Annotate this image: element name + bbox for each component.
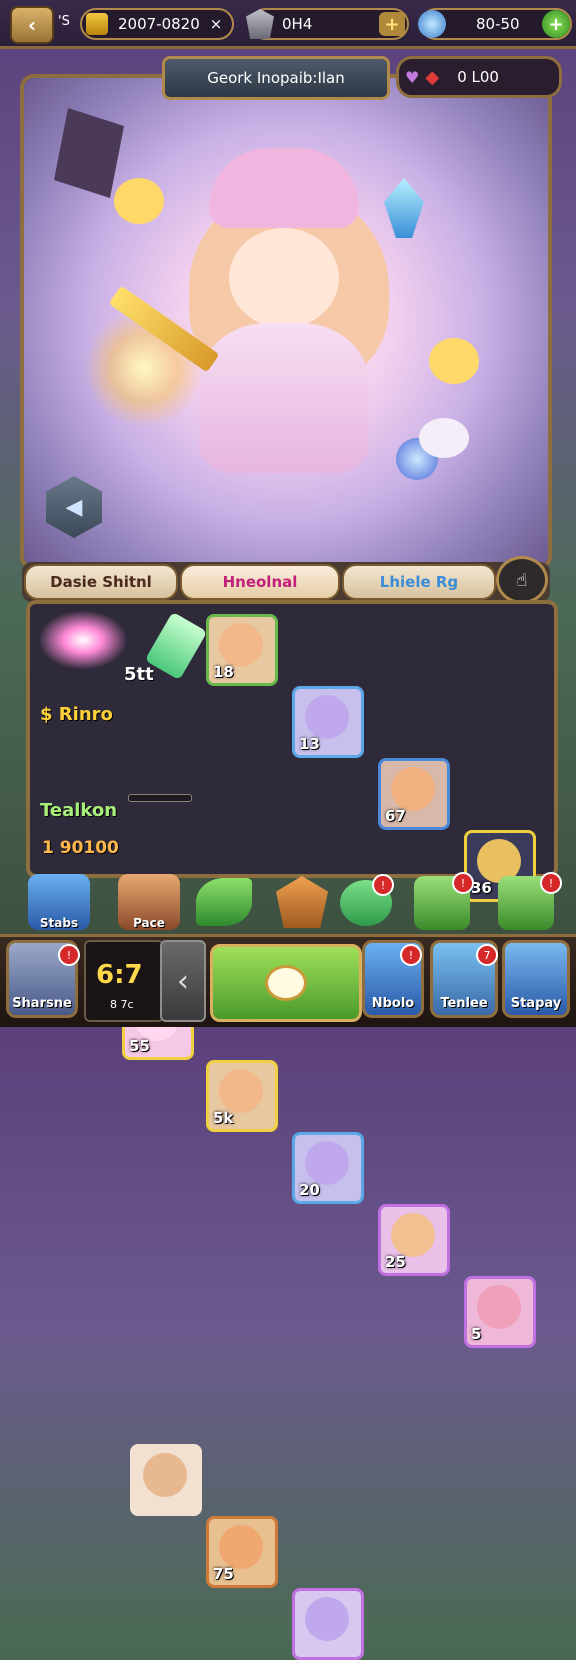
add-energy-button[interactable]: + [542,10,570,38]
prev-button[interactable]: ‹ [160,940,206,1022]
character-face [229,228,339,328]
tab-lhiele-label: Lhiele Rg [379,573,459,591]
card-level: 67 [385,807,406,825]
energy-value: 80-50 [476,15,520,33]
lantern-icon [54,108,124,198]
nbolo-label: Nbolo [371,996,415,1011]
chevron-left-icon: ‹ [27,13,37,37]
character-card[interactable] [292,1588,364,1660]
character-card[interactable]: 5 [464,1276,536,1348]
character-card[interactable]: 67 [378,758,450,830]
portrait-icon [477,1285,521,1329]
heart-icon: ♥ [405,67,420,87]
tab-hneolnal-label: Hneolnal [222,573,298,591]
add-gem-button[interactable]: + [379,12,405,36]
card-level: 13 [299,735,320,753]
diamond-icon: ◆ [425,66,440,88]
character-card[interactable]: 13 [292,686,364,758]
row1-label: 5tt [124,664,154,685]
crystal-icon-label: Stabs [39,916,79,930]
gold-counter[interactable]: 2007-0820 × [80,8,234,40]
share-button[interactable]: ☝ [496,556,548,604]
stapay-label: Stapay [510,996,562,1011]
character-hat [209,148,359,228]
tenlee-alert-badge: 7 [476,944,498,966]
yellow-sprite-right-icon [429,338,479,384]
tab-basic[interactable]: Dasie Shitnl [24,564,178,600]
card-level: 36 [471,879,492,897]
card-level: 5k [213,1109,234,1127]
chat-button[interactable] [210,944,362,1022]
gem-counter[interactable]: 0H4 + [246,8,409,40]
nbolo-alert-badge: ! [400,944,422,966]
quick-pace-button[interactable]: Pace [118,874,180,930]
pencil-icon-label: Pace [133,916,165,930]
gem-chest-icon[interactable] [276,876,328,928]
back-button[interactable]: ‹ [10,6,54,44]
portrait-icon [391,767,435,811]
stapay-button[interactable]: Stapay [502,940,570,1018]
scene-currency-value: 0 L00 [457,68,499,86]
card-level: 20 [299,1181,320,1199]
portrait-icon [305,695,349,739]
row3-progress [128,794,192,802]
pink-burst-icon [38,610,128,670]
chat-bubble-icon [265,965,307,1001]
gold-close-icon[interactable]: × [210,15,223,33]
chevron-left-icon: ‹ [177,963,189,999]
character-card[interactable]: 5k [206,1060,278,1132]
yellow-sprite-icon [114,178,164,224]
scene-currency[interactable]: ♥ ◆ 0 L00 [396,56,562,98]
sharsne-alert-badge: ! [58,944,80,966]
scene-title-banner: Geork Inopaib:Ilan [162,56,390,100]
timer-sub: 8 7c [110,998,134,1011]
character-card[interactable]: 18 [206,614,278,686]
scene-title: Geork Inopaib:Ilan [207,69,345,87]
card-level: 55 [129,1037,150,1055]
dragon-alert-badge: ! [372,874,394,896]
sharsne-label: Sharsne [12,996,72,1011]
portrait-icon [219,1525,263,1569]
tenlee-label: Tenlee [440,996,488,1011]
hand-icon: ☝ [516,569,528,591]
card-level: 75 [213,1565,234,1583]
card-level: 25 [385,1253,406,1271]
card-level: 5 [471,1325,482,1343]
tab-basic-label: Dasie Shitnl [50,573,152,591]
character-scene: ◀ [24,78,548,566]
portrait-icon [219,623,263,667]
timer-value: 6:7 [96,960,143,990]
arrow-left-icon: ◀ [65,494,83,520]
row3-label: Tealkon [40,800,118,821]
staff-gem-icon [384,178,424,238]
character-dress [199,323,369,473]
gold-box-icon [86,13,108,35]
character-card[interactable]: 75 [206,1516,278,1588]
box-alert-badge: ! [452,872,474,894]
gold-value: 2007-0820 [118,15,200,33]
energy-counter[interactable]: 80-50 + [418,8,572,40]
portrait-icon [143,1453,187,1497]
character-card[interactable] [130,1444,202,1516]
portrait-icon [219,1069,263,1113]
tab-hneolnal[interactable]: Hneolnal [180,564,340,600]
quick-stabs-button[interactable]: Stabs [28,874,90,930]
tab-lhiele[interactable]: Lhiele Rg [342,564,496,600]
portrait-icon [305,1597,349,1641]
portrait-icon [391,1213,435,1257]
horn-alert-badge: ! [540,872,562,894]
gem-value: 0H4 [282,15,313,33]
leaf-icon[interactable] [196,878,252,926]
character-card[interactable]: 25 [378,1204,450,1276]
timer-panel: 6:7 8 7c [84,940,164,1022]
small-label: 'S [58,14,70,29]
arrow-crest-button[interactable]: ◀ [46,476,102,538]
portrait-icon [305,1141,349,1185]
character-card[interactable]: 20 [292,1132,364,1204]
row2-label: $ Rinro [40,704,113,725]
card-level: 18 [213,663,234,681]
white-cat-icon [419,418,469,458]
energy-orb-icon [418,10,446,38]
row3-value: 1 90100 [42,838,119,858]
